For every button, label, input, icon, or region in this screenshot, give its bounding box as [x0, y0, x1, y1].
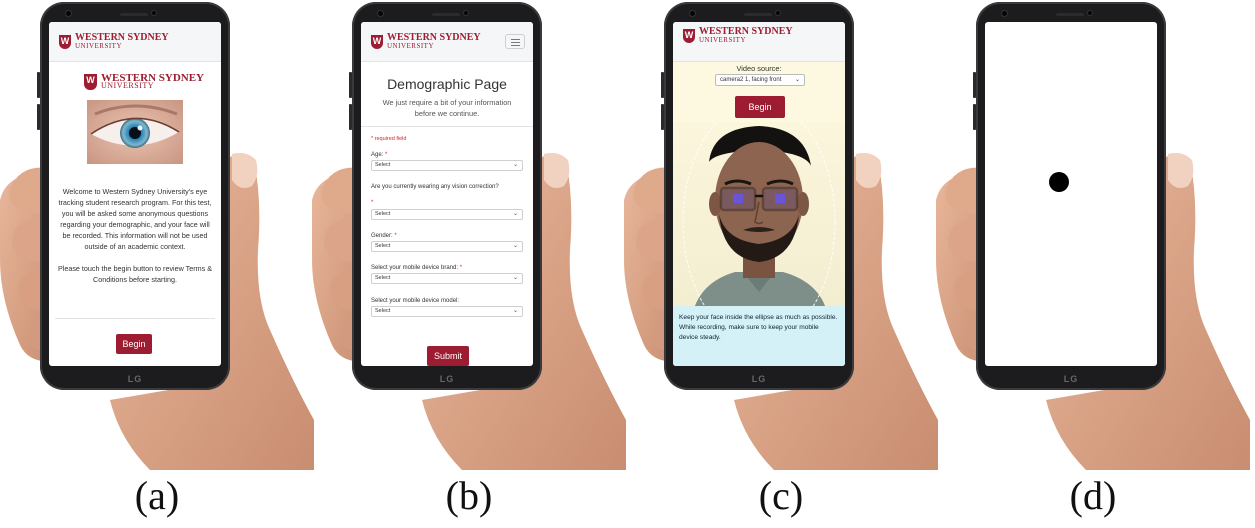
- recording-tip: Keep your face inside the ellipse as muc…: [673, 306, 845, 366]
- device-model-label: Select your mobile device model:: [371, 298, 460, 304]
- page-title: Demographic Page: [387, 76, 507, 92]
- screen-recording: W WESTERN SYDNEY UNIVERSITY Video source…: [673, 22, 845, 366]
- chevron-down-icon: ⌄: [512, 308, 518, 314]
- front-camera-icon: [1002, 11, 1007, 16]
- hero-logo: W WESTERN SYDNEY UNIVERSITY: [84, 73, 204, 90]
- age-select[interactable]: Select ⌄: [371, 160, 523, 171]
- shield-logo-icon: W: [84, 74, 97, 90]
- sensor-icon: [776, 11, 780, 15]
- panel-d: LG (d): [936, 0, 1250, 528]
- speaker-grille: [120, 13, 148, 16]
- page-subtitle: We just require a bit of your informatio…: [382, 98, 512, 118]
- begin-recording-button[interactable]: Begin: [735, 96, 785, 118]
- sensor-icon: [152, 11, 156, 15]
- shield-logo-icon: W: [371, 35, 383, 49]
- begin-button[interactable]: Begin: [116, 334, 152, 354]
- shield-logo-icon: W: [59, 35, 71, 49]
- speaker-grille: [1056, 13, 1084, 16]
- site-header: W WESTERN SYDNEY UNIVERSITY: [673, 22, 845, 62]
- vision-correction-label: Are you currently wearing any vision cor…: [371, 184, 499, 190]
- university-logo[interactable]: W WESTERN SYDNEY UNIVERSITY: [683, 27, 793, 44]
- instruction-text: Please touch the begin button to review …: [57, 264, 213, 284]
- menu-hamburger-icon[interactable]: [505, 34, 525, 49]
- phone-device: W WESTERN SYDNEY UNIVERSITY W WESTERN SY…: [37, 2, 230, 390]
- caption-a: (a): [134, 473, 180, 518]
- phone-device: W WESTERN SYDNEY UNIVERSITY Demographic …: [349, 2, 542, 390]
- screen-demographic: W WESTERN SYDNEY UNIVERSITY Demographic …: [361, 22, 533, 366]
- welcome-text: Welcome to Western Sydney University's e…: [58, 187, 212, 251]
- submit-button[interactable]: Submit: [427, 346, 469, 366]
- video-source-label: Video source:: [736, 64, 782, 73]
- sensor-icon: [1088, 11, 1092, 15]
- video-source-select[interactable]: camera2 1, facing front ⌄: [715, 74, 805, 86]
- speaker-grille: [744, 13, 772, 16]
- phone-brand-logo: LG: [751, 374, 767, 384]
- screen-calibration: [985, 22, 1157, 366]
- sensor-icon: [464, 11, 468, 15]
- caption-b: (b): [445, 473, 493, 518]
- phone-device: W WESTERN SYDNEY UNIVERSITY Video source…: [661, 2, 854, 390]
- phone-brand-logo: LG: [439, 374, 455, 384]
- device-brand-label: Select your mobile device brand: *: [371, 265, 463, 271]
- divider: [55, 318, 215, 319]
- site-header: W WESTERN SYDNEY UNIVERSITY: [49, 22, 221, 62]
- front-camera-icon: [66, 11, 71, 16]
- shield-logo-icon: W: [683, 29, 695, 43]
- speaker-grille: [432, 13, 460, 16]
- chevron-down-icon: ⌄: [512, 243, 518, 249]
- chevron-down-icon: ⌄: [512, 275, 518, 281]
- eye-photo: [87, 100, 183, 164]
- age-label: Age: *: [371, 152, 388, 158]
- chevron-down-icon: ⌄: [512, 162, 518, 168]
- phone-device: LG: [973, 2, 1166, 390]
- chevron-down-icon: ⌄: [512, 211, 518, 217]
- gender-label: Gender: *: [371, 233, 397, 239]
- gender-select[interactable]: Select ⌄: [371, 241, 523, 252]
- device-brand-select[interactable]: Select ⌄: [371, 273, 523, 284]
- camera-feed: [673, 122, 845, 312]
- chevron-down-icon: ⌄: [794, 77, 800, 83]
- calibration-dot: [1049, 172, 1069, 192]
- site-header: W WESTERN SYDNEY UNIVERSITY: [361, 22, 533, 62]
- caption-c: (c): [758, 473, 804, 518]
- university-logo[interactable]: W WESTERN SYDNEY UNIVERSITY: [59, 33, 169, 50]
- required-marker: *: [371, 200, 374, 206]
- phone-brand-logo: LG: [127, 374, 143, 384]
- required-note: * required field: [371, 136, 407, 142]
- vision-correction-select[interactable]: Select ⌄: [371, 209, 523, 220]
- phone-brand-logo: LG: [1063, 374, 1079, 384]
- screen-welcome: W WESTERN SYDNEY UNIVERSITY W WESTERN SY…: [49, 22, 221, 366]
- caption-d: (d): [1069, 473, 1117, 518]
- panel-a: W WESTERN SYDNEY UNIVERSITY W WESTERN SY…: [0, 0, 314, 528]
- panel-c: W WESTERN SYDNEY UNIVERSITY Video source…: [624, 0, 938, 528]
- device-model-select[interactable]: Select ⌄: [371, 306, 523, 317]
- front-camera-icon: [690, 11, 695, 16]
- panel-b: W WESTERN SYDNEY UNIVERSITY Demographic …: [312, 0, 626, 528]
- divider: [361, 126, 533, 127]
- front-camera-icon: [378, 11, 383, 16]
- university-logo[interactable]: W WESTERN SYDNEY UNIVERSITY: [371, 33, 481, 50]
